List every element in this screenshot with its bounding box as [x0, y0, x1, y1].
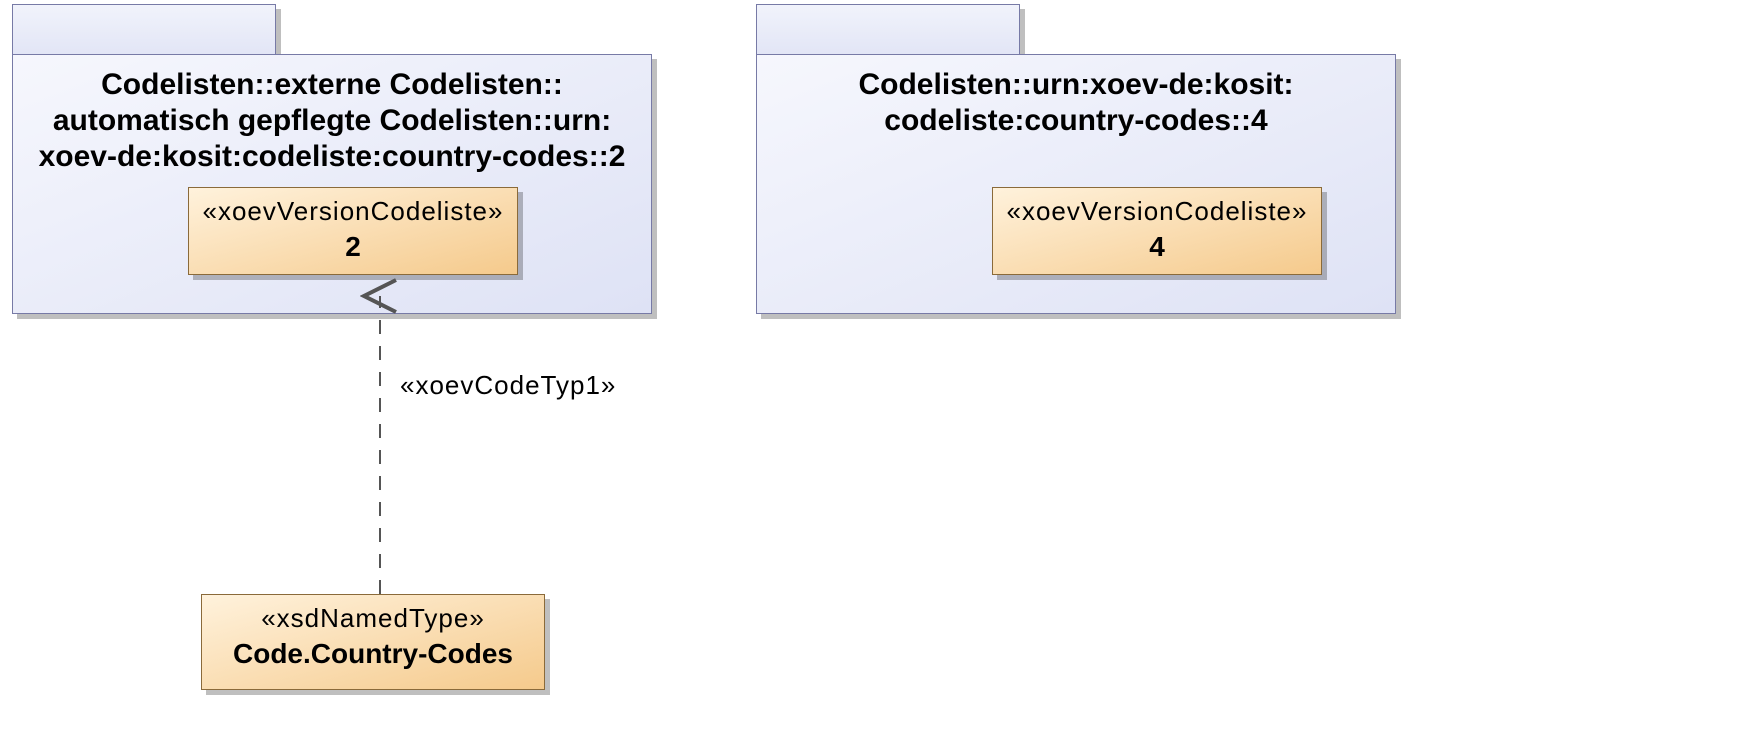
- dependency-label: «xoevCodeTyp1»: [400, 370, 616, 401]
- class-name: 4: [993, 231, 1321, 263]
- stereotype-label: «xoevVersionCodeliste»: [189, 196, 517, 227]
- class-name: Code.Country-Codes: [202, 638, 544, 670]
- stereotype-label: «xsdNamedType»: [202, 603, 544, 634]
- package-title-line: automatisch gepflegte Codelisten::urn:: [21, 103, 643, 139]
- xsd-named-type-box: «xsdNamedType» Code.Country-Codes: [201, 594, 545, 690]
- package-title-line: Codelisten::externe Codelisten::: [21, 67, 643, 103]
- package-title: Codelisten::urn:xoev-de:kosit: codeliste…: [757, 55, 1395, 147]
- package-title: Codelisten::externe Codelisten:: automat…: [13, 55, 651, 183]
- package-title-line: codeliste:country-codes::4: [765, 103, 1387, 139]
- version-codeliste-box-left: «xoevVersionCodeliste» 2: [188, 187, 518, 275]
- stereotype-label: «xoevVersionCodeliste»: [993, 196, 1321, 227]
- package-body: Codelisten::externe Codelisten:: automat…: [12, 54, 652, 314]
- class-name: 2: [189, 231, 517, 263]
- package-tab: [756, 4, 1020, 56]
- package-title-line: Codelisten::urn:xoev-de:kosit:: [765, 67, 1387, 103]
- package-title-line: xoev-de:kosit:codeliste:country-codes::2: [21, 139, 643, 175]
- version-codeliste-box-right: «xoevVersionCodeliste» 4: [992, 187, 1322, 275]
- package-tab: [12, 4, 276, 56]
- package-body: Codelisten::urn:xoev-de:kosit: codeliste…: [756, 54, 1396, 314]
